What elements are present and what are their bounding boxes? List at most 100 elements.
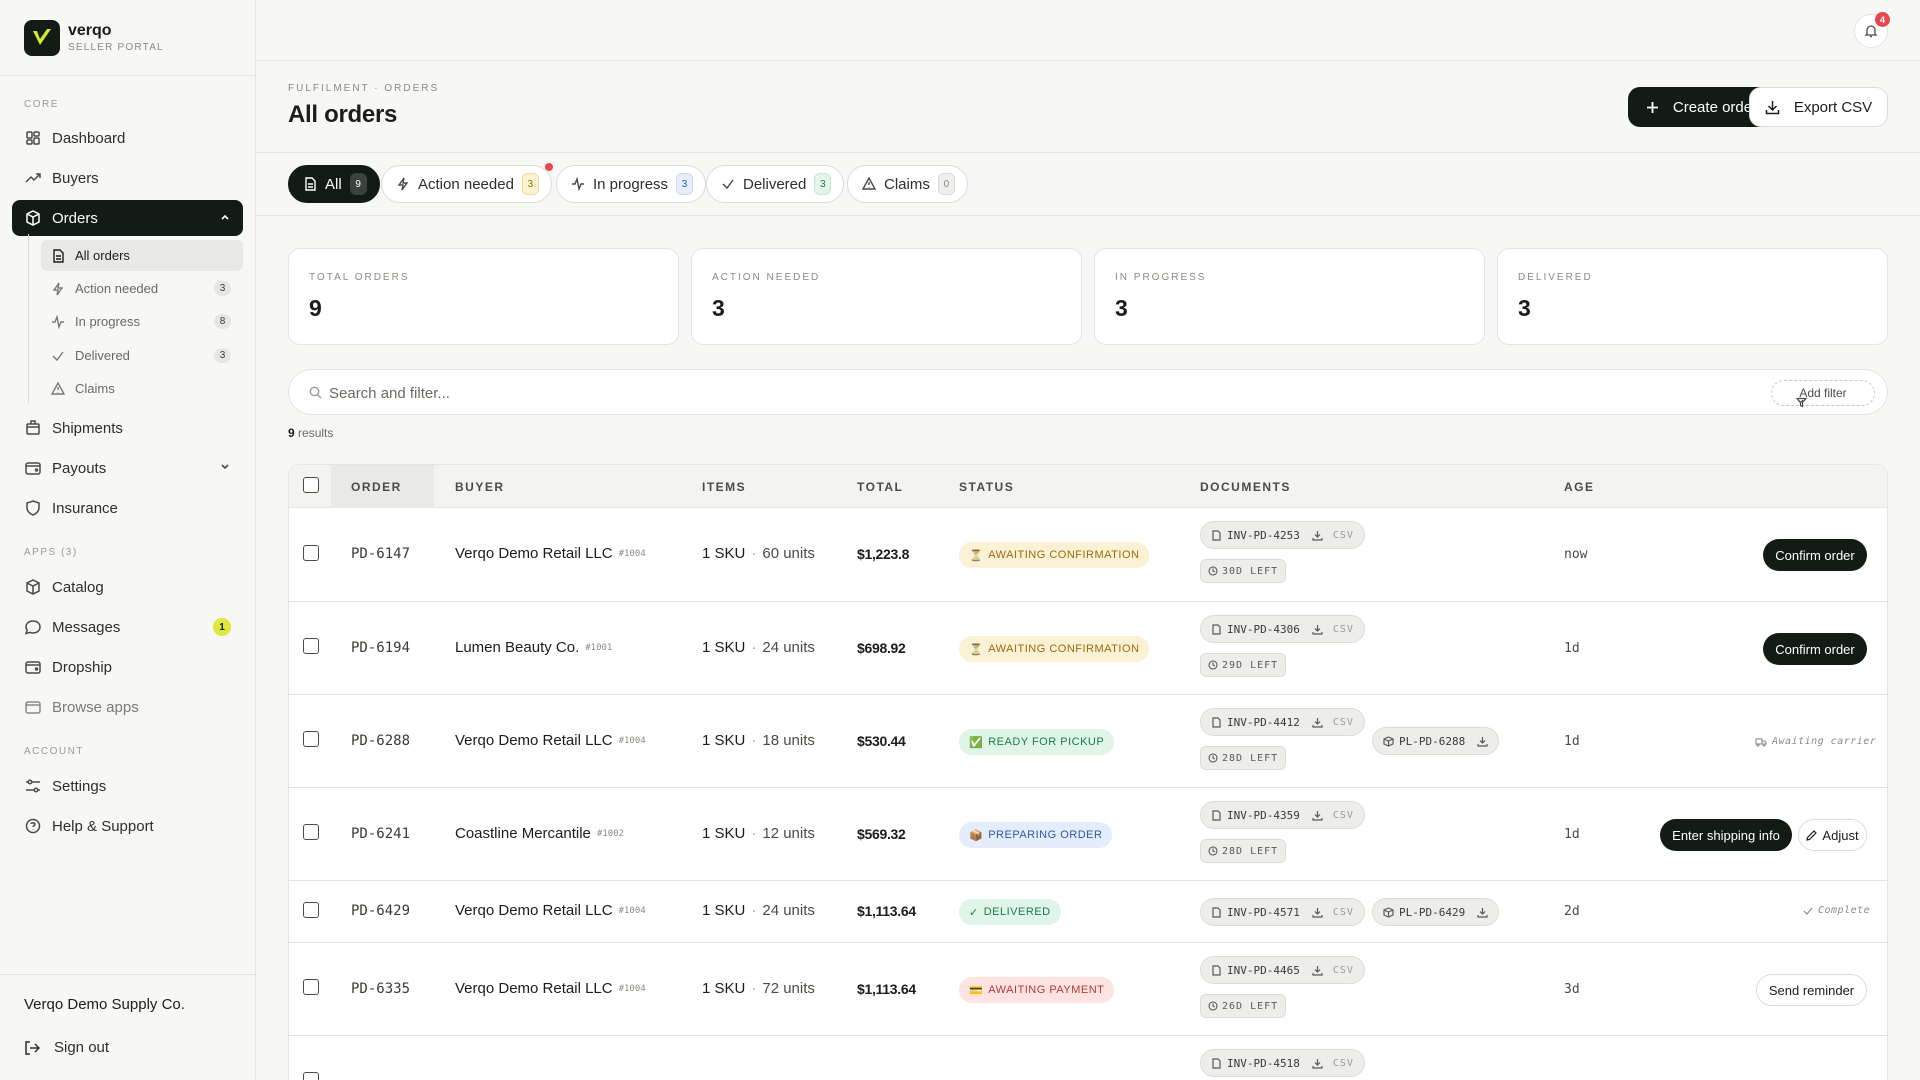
tab-in-progress[interactable]: In progress 3 (556, 165, 707, 203)
sign-out-button[interactable]: Sign out (24, 1039, 109, 1056)
breadcrumb: FULFILMENT · ORDERS (288, 83, 440, 94)
download-icon[interactable] (1312, 1058, 1323, 1069)
column-header-documents[interactable]: DOCUMENTS (1200, 480, 1291, 494)
order-id[interactable]: PD-6241 (351, 826, 410, 842)
export-csv-button[interactable]: Export CSV (1749, 87, 1888, 127)
sidebar-item-dashboard[interactable]: Dashboard (12, 120, 243, 156)
table-row[interactable]: PD-6194 Lumen Beauty Co. #1001 1 SKU · 24 … (289, 602, 1887, 695)
sidebar-subitem-count: 8 (214, 314, 231, 329)
csv-link[interactable]: CSV (1333, 810, 1354, 821)
csv-link[interactable]: CSV (1333, 624, 1354, 635)
row-checkbox[interactable] (303, 1072, 319, 1080)
table-row[interactable]: INV-PD-4518 CSV (289, 1036, 1887, 1080)
invoice-doc[interactable]: INV-PD-4412 CSV (1200, 708, 1365, 736)
table-row[interactable]: PD-6147 Verqo Demo Retail LLC #1004 1 SK… (289, 508, 1887, 602)
sidebar-item-settings[interactable]: Settings (12, 768, 243, 804)
tab-delivered[interactable]: Delivered 3 (706, 165, 845, 203)
download-icon[interactable] (1312, 810, 1323, 821)
notifications-button[interactable]: 4 (1854, 12, 1890, 48)
table-row[interactable]: PD-6335 Verqo Demo Retail LLC #1004 1 SK… (289, 943, 1887, 1036)
row-checkbox[interactable] (303, 979, 319, 995)
row-checkbox[interactable] (303, 902, 319, 918)
buyer-name[interactable]: Verqo Demo Retail LLC (455, 545, 613, 562)
column-header-status[interactable]: STATUS (959, 480, 1014, 494)
sidebar-subitem-delivered[interactable]: Delivered 3 (41, 340, 243, 371)
tab-action-needed[interactable]: Action needed 3 (381, 163, 553, 203)
sidebar-item-dropship[interactable]: Dropship (12, 649, 243, 685)
sidebar-item-help[interactable]: Help & Support (12, 808, 243, 844)
sidebar-subitem-count: 3 (214, 348, 231, 363)
search-input[interactable] (329, 381, 1629, 405)
sidebar-item-payouts[interactable]: Payouts (12, 450, 243, 486)
invoice-doc[interactable]: INV-PD-4306 CSV (1200, 615, 1365, 643)
order-id[interactable]: PD-6147 (351, 546, 410, 562)
sidebar-item-buyers[interactable]: Buyers (12, 160, 243, 196)
lightning-icon (396, 177, 410, 191)
column-header-age[interactable]: AGE (1564, 480, 1595, 494)
invoice-doc[interactable]: INV-PD-4253 CSV (1200, 521, 1365, 549)
confirm-order-button[interactable]: Confirm order (1763, 539, 1867, 571)
table-row[interactable]: PD-6429 Verqo Demo Retail LLC #1004 1 SK… (289, 881, 1887, 943)
csv-link[interactable]: CSV (1333, 530, 1354, 541)
order-id[interactable]: PD-6335 (351, 981, 410, 997)
order-id[interactable]: PD-6288 (351, 733, 410, 749)
packing-list-doc[interactable]: PL-PD-6429 (1372, 898, 1500, 926)
confirm-order-button[interactable]: Confirm order (1763, 633, 1867, 665)
csv-link[interactable]: CSV (1333, 717, 1354, 728)
tab-all[interactable]: All 9 (288, 165, 380, 203)
sidebar-item-browse-apps[interactable]: Browse apps (12, 689, 243, 725)
invoice-doc[interactable]: INV-PD-4465 CSV (1200, 956, 1365, 984)
csv-link[interactable]: CSV (1333, 965, 1354, 976)
sidebar-subitem-action-needed[interactable]: Action needed 3 (41, 273, 243, 304)
buyer-name[interactable]: Verqo Demo Retail LLC (455, 980, 613, 997)
buyer-name[interactable]: Verqo Demo Retail LLC (455, 902, 613, 919)
invoice-doc[interactable]: INV-PD-4571 CSV (1200, 898, 1365, 926)
buyer-name[interactable]: Coastline Mercantile (455, 825, 591, 842)
sidebar-subitem-all-orders[interactable]: All orders (41, 240, 243, 271)
download-icon[interactable] (1312, 907, 1323, 918)
column-header-items[interactable]: ITEMS (702, 480, 746, 494)
download-icon[interactable] (1312, 624, 1323, 635)
create-order-label: Create order (1672, 98, 1758, 116)
row-checkbox[interactable] (303, 731, 319, 747)
send-reminder-button[interactable]: Send reminder (1756, 974, 1867, 1006)
download-icon[interactable] (1477, 907, 1488, 918)
enter-shipping-info-button[interactable]: Enter shipping info (1660, 819, 1792, 851)
row-checkbox[interactable] (303, 545, 319, 561)
download-icon[interactable] (1312, 965, 1323, 976)
sidebar-item-messages[interactable]: Messages 1 (12, 609, 243, 645)
brand[interactable]: verqo SELLER PORTAL (0, 0, 255, 76)
download-icon[interactable] (1312, 530, 1323, 541)
column-header-buyer[interactable]: BUYER (455, 480, 505, 494)
table-row[interactable]: PD-6241 Coastline Mercantile #1002 1 SKU… (289, 788, 1887, 881)
buyer-name[interactable]: Lumen Beauty Co. (455, 639, 579, 656)
row-checkbox[interactable] (303, 824, 319, 840)
sidebar-subitem-in-progress[interactable]: In progress 8 (41, 306, 243, 337)
row-checkbox[interactable] (303, 638, 319, 654)
csv-link[interactable]: CSV (1333, 907, 1354, 918)
select-all-checkbox[interactable] (303, 477, 319, 493)
download-icon[interactable] (1477, 736, 1488, 747)
column-header-total[interactable]: TOTAL (857, 480, 903, 494)
adjust-button[interactable]: Adjust (1798, 819, 1867, 851)
sidebar-item-insurance[interactable]: Insurance (12, 490, 243, 526)
invoice-doc[interactable]: INV-PD-4518 CSV (1200, 1049, 1365, 1077)
sidebar-item-catalog[interactable]: Catalog (12, 569, 243, 605)
sidebar-subitem-claims[interactable]: Claims (41, 373, 243, 404)
download-icon[interactable] (1312, 717, 1323, 728)
sidebar-item-shipments[interactable]: Shipments (12, 410, 243, 446)
tab-claims[interactable]: Claims 0 (847, 165, 968, 203)
csv-link[interactable]: CSV (1333, 1058, 1354, 1069)
message-icon (24, 618, 42, 636)
column-header-order[interactable]: ORDER (351, 480, 402, 494)
invoice-doc[interactable]: INV-PD-4359 CSV (1200, 801, 1365, 829)
table-row[interactable]: PD-6288 Verqo Demo Retail LLC #1004 1 SK… (289, 695, 1887, 788)
order-id[interactable]: PD-6429 (351, 903, 410, 919)
order-id[interactable]: PD-6194 (351, 640, 410, 656)
packing-list-doc[interactable]: PL-PD-6288 (1372, 727, 1500, 755)
sidebar-item-orders[interactable]: Orders (12, 200, 243, 236)
invoice-number: INV-PD-4412 (1227, 715, 1300, 729)
add-filter-button[interactable]: Add filter (1771, 380, 1875, 408)
buyer-name[interactable]: Verqo Demo Retail LLC (455, 732, 613, 749)
document-icon (1211, 964, 1222, 976)
